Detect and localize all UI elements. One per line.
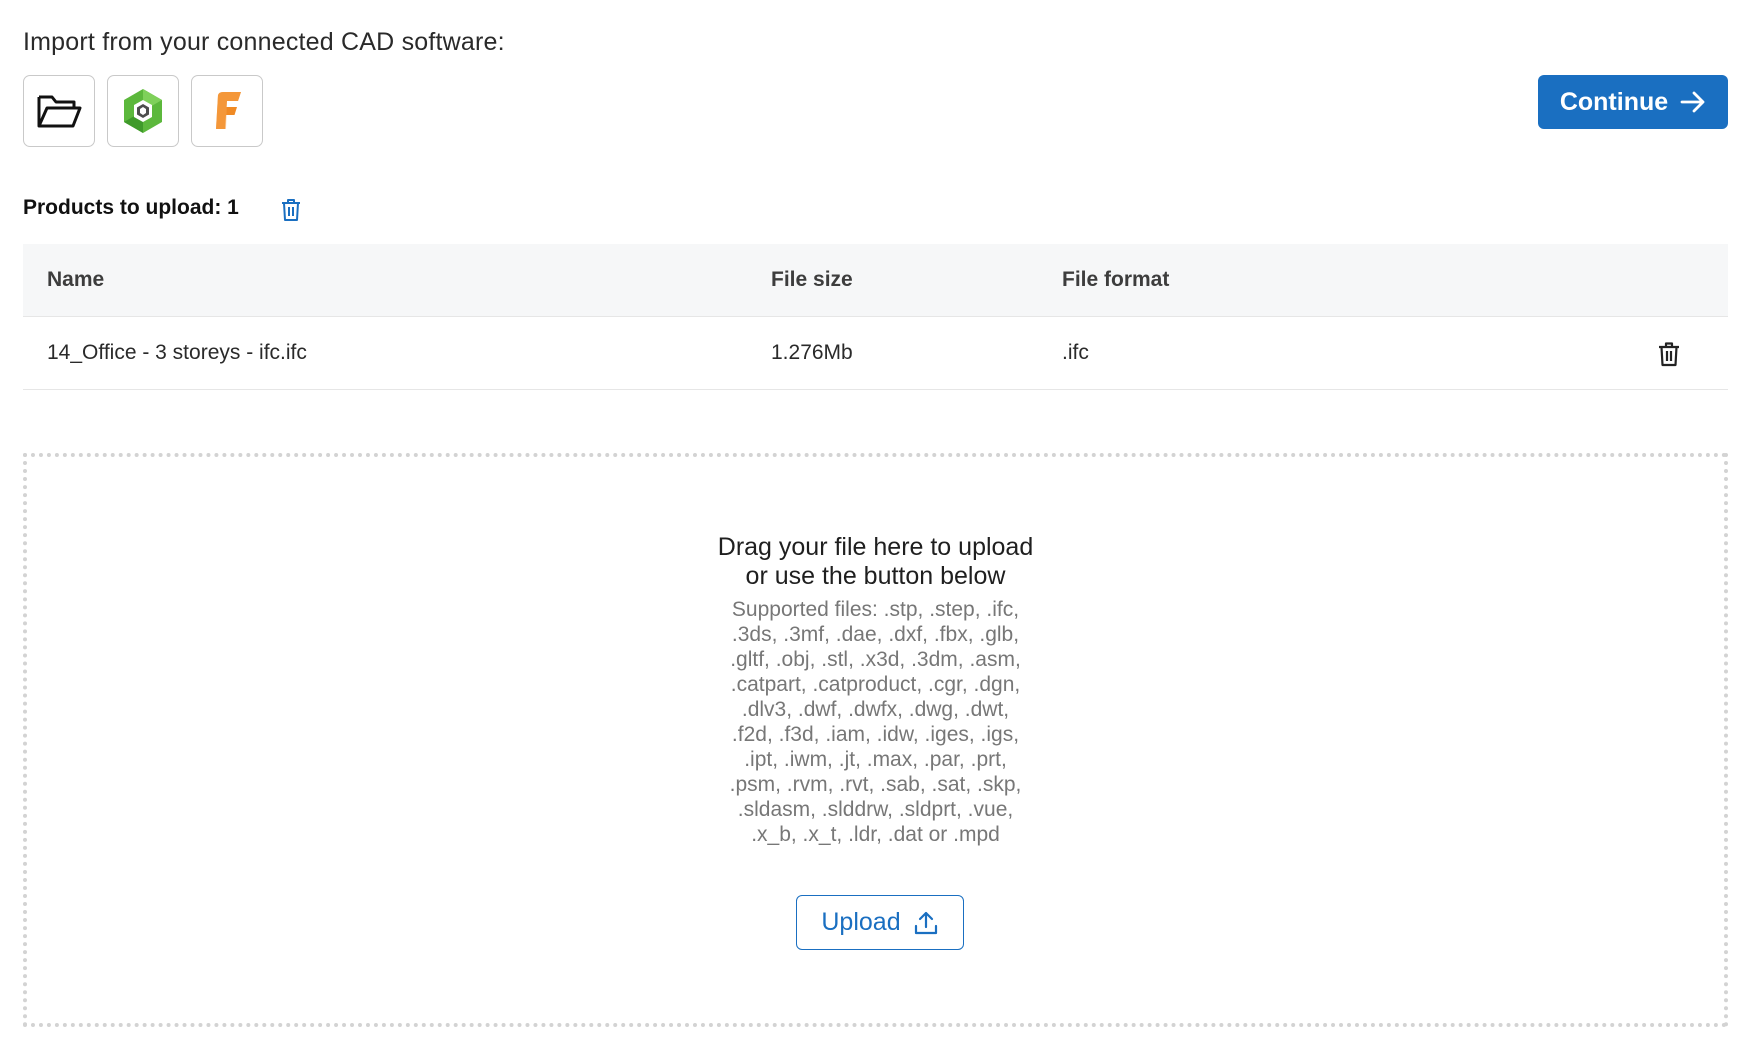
table-header: Name File size File format: [23, 244, 1728, 317]
cad-source-list: [23, 75, 263, 147]
file-drop-zone[interactable]: Drag your file here to upload or use the…: [23, 453, 1728, 1027]
table-row: 14_Office - 3 storeys - ifc.ifc 1.276Mb …: [23, 317, 1728, 390]
upload-label: Upload: [821, 908, 901, 936]
upload-page: Import from your connected CAD software:: [0, 0, 1758, 1048]
supported-line: .gltf, .obj, .stl, .x3d, .3dm, .asm,: [730, 648, 1021, 671]
delete-all-icon[interactable]: [278, 197, 304, 223]
products-count: Products to upload: 1: [23, 196, 239, 219]
fusion-f-logo-icon: [216, 92, 241, 129]
files-table: Name File size File format 14_Office - 3…: [23, 244, 1728, 390]
supported-line: .sldasm, .slddrw, .sldprt, .vue,: [737, 798, 1014, 821]
drop-line-1: Drag your file here to upload: [717, 533, 1034, 561]
delete-file-icon[interactable]: [1655, 340, 1683, 368]
open-folder-button[interactable]: [23, 75, 95, 147]
file-size: 1.276Mb: [771, 341, 853, 364]
supported-line: .f2d, .f3d, .iam, .idw, .iges, .igs,: [731, 723, 1020, 746]
drop-instructions: Drag your file here to upload or use the…: [27, 533, 1724, 591]
supported-line: Supported files: .stp, .step, .ifc,: [731, 598, 1020, 621]
folder-open-icon: [37, 95, 82, 128]
supported-line: .psm, .rvm, .rvt, .sab, .sat, .skp,: [729, 773, 1022, 796]
supported-line: .ipt, .iwm, .jt, .max, .par, .prt,: [744, 748, 1007, 771]
fusion-source-button[interactable]: [191, 75, 263, 147]
file-name: 14_Office - 3 storeys - ifc.ifc: [47, 341, 307, 364]
bim-hexagon-logo-icon: [124, 89, 162, 133]
supported-line: .x_b, .x_t, .ldr, .dat or .mpd: [751, 823, 1000, 846]
upload-icon: [914, 911, 937, 934]
supported-files-text: Supported files: .stp, .step, .ifc, .3ds…: [696, 597, 1056, 847]
file-format: .ifc: [1062, 341, 1089, 364]
supported-line: .dlv3, .dwf, .dwfx, .dwg, .dwt,: [741, 698, 1010, 721]
supported-line: .3ds, .3mf, .dae, .dxf, .fbx, .glb,: [731, 623, 1020, 646]
arrow-right-icon: [1680, 91, 1705, 113]
bim-source-button[interactable]: [107, 75, 179, 147]
upload-button[interactable]: Upload: [796, 895, 964, 950]
drop-line-2: or use the button below: [745, 562, 1006, 590]
column-header-size: File size: [771, 268, 853, 291]
continue-label: Continue: [1559, 87, 1669, 116]
import-title: Import from your connected CAD software:: [23, 28, 505, 56]
continue-button[interactable]: Continue: [1538, 75, 1728, 129]
column-header-format: File format: [1062, 268, 1170, 291]
supported-line: .catpart, .catproduct, .cgr, .dgn,: [730, 673, 1021, 696]
column-header-name: Name: [47, 268, 105, 291]
